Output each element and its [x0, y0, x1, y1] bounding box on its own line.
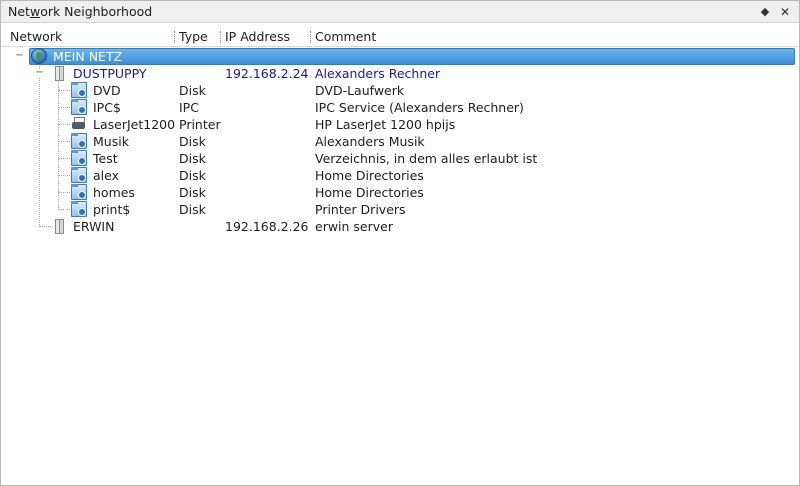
title-bar: Network Neighborhood ◆ ✕	[1, 1, 799, 23]
close-panel-button[interactable]: ✕	[777, 4, 793, 20]
server-icon	[54, 218, 64, 234]
share-folder-icon	[71, 133, 87, 149]
column-header: Network Type IP Address Comment	[1, 27, 799, 47]
share-name: homes	[93, 185, 135, 200]
tree-row-share[interactable]: homes Disk Home Directories	[1, 184, 799, 201]
host-ip: 192.168.2.26	[225, 219, 309, 234]
share-type: Disk	[179, 168, 206, 183]
column-separator[interactable]	[174, 31, 175, 43]
share-comment: HP LaserJet 1200 hpijs	[315, 117, 456, 132]
share-comment: IPC Service (Alexanders Rechner)	[315, 100, 524, 115]
share-type: Disk	[179, 134, 206, 149]
collapse-toggle[interactable]: −	[35, 68, 44, 78]
share-comment: Alexanders Musik	[315, 134, 425, 149]
share-type: Disk	[179, 202, 206, 217]
share-name: IPC$	[93, 100, 121, 115]
server-icon	[54, 65, 64, 81]
float-panel-button[interactable]: ◆	[757, 4, 773, 20]
printer-icon	[71, 116, 87, 132]
share-comment: DVD-Laufwerk	[315, 83, 405, 98]
share-folder-icon	[71, 167, 87, 183]
column-header-type[interactable]: Type	[179, 29, 208, 44]
share-folder-icon	[71, 150, 87, 166]
share-type: IPC	[179, 100, 199, 115]
share-name: DVD	[93, 83, 121, 98]
tree-row-share[interactable]: DVD Disk DVD-Laufwerk	[1, 82, 799, 99]
panel-title: Network Neighborhood	[8, 4, 153, 19]
share-name: alex	[93, 168, 120, 183]
tree-row-root[interactable]: − MEIN NETZ	[1, 48, 799, 65]
share-comment: Printer Drivers	[315, 202, 406, 217]
host-ip: 192.168.2.24	[225, 66, 309, 81]
share-folder-icon	[71, 99, 87, 115]
tree-row-share[interactable]: Test Disk Verzeichnis, in dem alles erla…	[1, 150, 799, 167]
share-folder-icon	[71, 201, 87, 217]
collapse-toggle[interactable]: −	[15, 51, 24, 61]
share-comment: Verzeichnis, in dem alles erlaubt ist	[315, 151, 538, 166]
share-name: LaserJet1200	[93, 117, 176, 132]
tree-row-share[interactable]: print$ Disk Printer Drivers	[1, 201, 799, 218]
column-header-network[interactable]: Network	[10, 29, 62, 44]
share-type: Disk	[179, 185, 206, 200]
share-comment: Home Directories	[315, 185, 424, 200]
share-name: print$	[93, 202, 131, 217]
host-comment: erwin server	[315, 219, 393, 234]
host-name: ERWIN	[73, 219, 115, 234]
host-comment: Alexanders Rechner	[315, 66, 441, 81]
network-neighborhood-panel: Network Neighborhood ◆ ✕ Network Type IP…	[0, 0, 800, 486]
share-type: Disk	[179, 83, 206, 98]
selection-highlight	[29, 48, 795, 65]
network-globe-icon	[31, 48, 47, 64]
share-type: Disk	[179, 151, 206, 166]
tree-row-host[interactable]: ERWIN 192.168.2.26 erwin server	[1, 218, 799, 235]
share-folder-icon	[71, 184, 87, 200]
tree-row-share[interactable]: LaserJet1200 Printer HP LaserJet 1200 hp…	[1, 116, 799, 133]
column-separator[interactable]	[220, 31, 221, 43]
share-type: Printer	[179, 117, 221, 132]
share-name: Test	[93, 151, 118, 166]
share-name: Musik	[93, 134, 129, 149]
workgroup-name: MEIN NETZ	[53, 49, 123, 64]
column-header-ip-address[interactable]: IP Address	[225, 29, 290, 44]
share-comment: Home Directories	[315, 168, 424, 183]
tree-row-share[interactable]: alex Disk Home Directories	[1, 167, 799, 184]
network-tree[interactable]: − MEIN NETZ − DUSTPUPPY 192.168.2.24 Ale…	[1, 48, 799, 486]
tree-row-host[interactable]: − DUSTPUPPY 192.168.2.24 Alexanders Rech…	[1, 65, 799, 82]
share-folder-icon	[71, 82, 87, 98]
host-name: DUSTPUPPY	[73, 66, 147, 81]
tree-row-share[interactable]: IPC$ IPC IPC Service (Alexanders Rechner…	[1, 99, 799, 116]
tree-row-share[interactable]: Musik Disk Alexanders Musik	[1, 133, 799, 150]
column-header-comment[interactable]: Comment	[315, 29, 376, 44]
column-separator[interactable]	[310, 31, 311, 43]
